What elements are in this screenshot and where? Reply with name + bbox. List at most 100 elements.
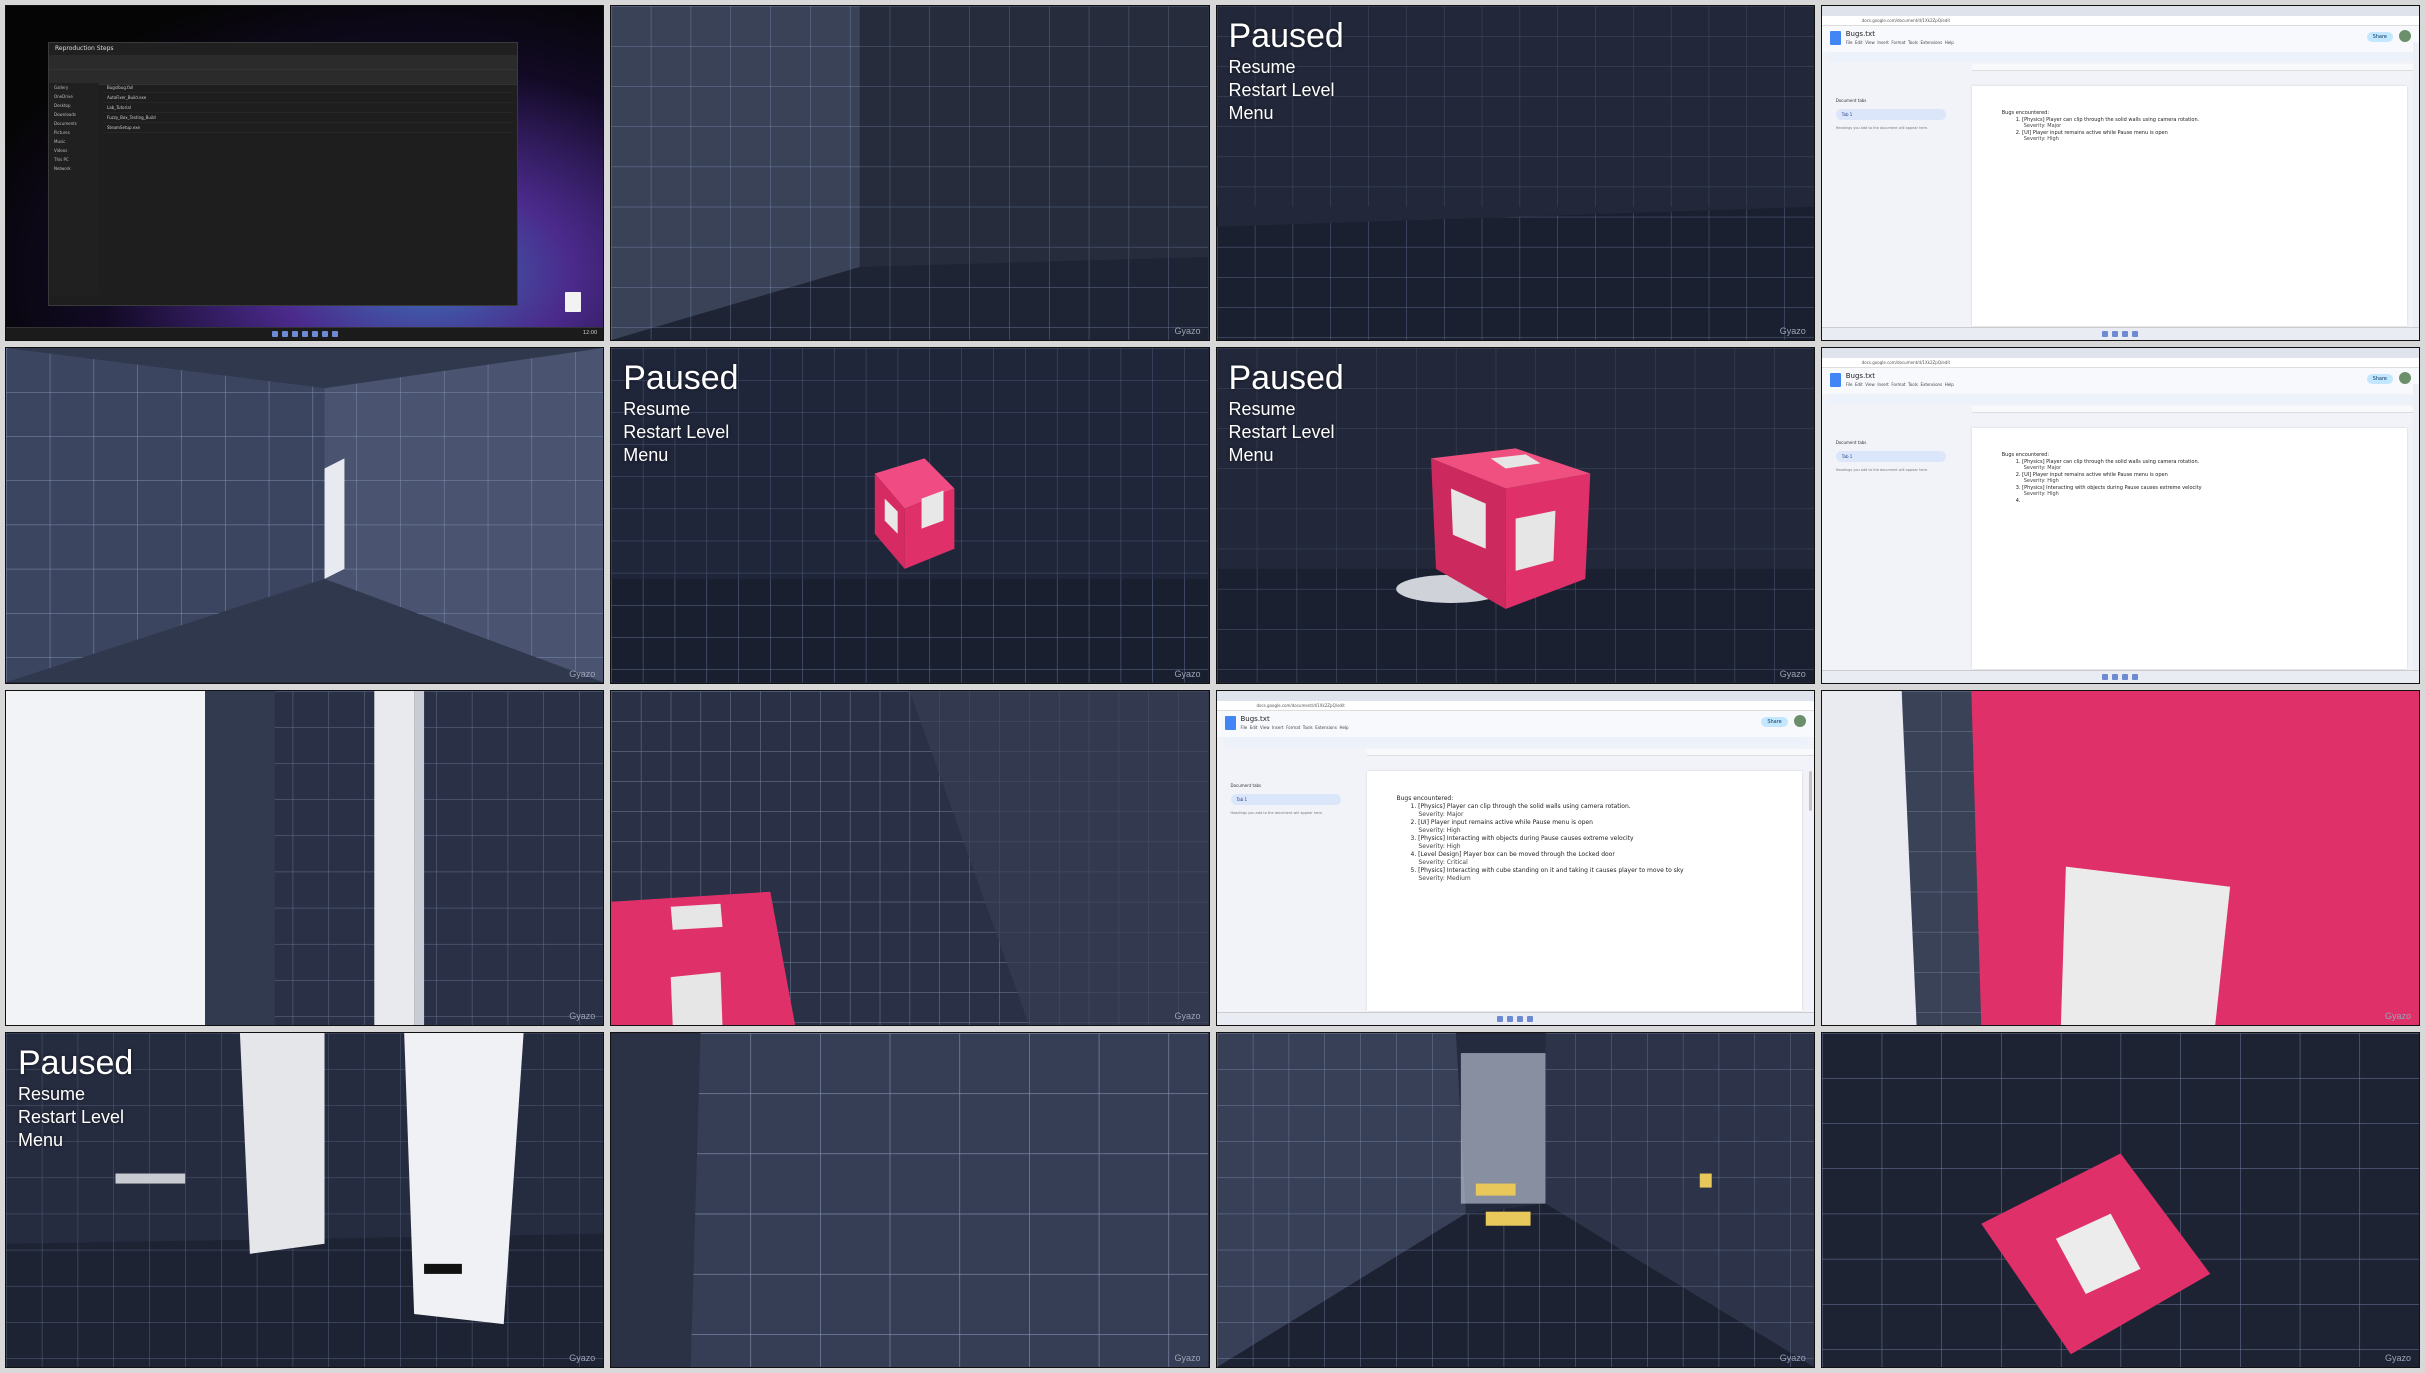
app-icon[interactable] [2132, 331, 2139, 338]
restart-level-button[interactable]: Restart Level [1229, 79, 1344, 102]
menu-tools[interactable]: Tools [1908, 40, 1918, 45]
sidebar-item[interactable]: Desktop [49, 101, 99, 110]
format-toolbar[interactable] [1222, 736, 1808, 747]
share-button[interactable]: Share [1761, 716, 1788, 727]
sidebar-item[interactable]: Pictures [49, 128, 99, 137]
browser-tabstrip[interactable] [1821, 6, 2419, 16]
share-button[interactable]: Share [2366, 374, 2393, 385]
search-icon[interactable] [281, 331, 288, 338]
menu-help[interactable]: Help [1945, 40, 1954, 45]
start-icon[interactable] [1497, 1015, 1504, 1022]
outline-tab[interactable]: Tab 1 [1835, 109, 1946, 120]
start-icon[interactable] [2102, 673, 2109, 680]
format-toolbar[interactable] [1827, 52, 2413, 62]
start-icon[interactable] [271, 331, 278, 338]
share-button[interactable]: Share [2366, 32, 2393, 42]
menu-format[interactable]: Format [1891, 40, 1905, 45]
desktop-file-icon[interactable] [565, 292, 582, 313]
menu-help[interactable]: Help [1945, 382, 1954, 387]
browser-icon[interactable] [2122, 331, 2129, 338]
doc-page[interactable]: Bugs encountered: 1. [Physics] Player ca… [1971, 86, 2407, 327]
browser-icon[interactable] [2122, 673, 2129, 680]
pink-cube[interactable] [1971, 690, 2419, 1025]
avatar[interactable] [2399, 30, 2411, 42]
avatar[interactable] [2399, 372, 2411, 385]
menu-button[interactable]: Menu [1229, 444, 1344, 467]
address-bar[interactable]: docs.google.com/document/d/1Xk2ZpQ/edit [1821, 358, 2419, 369]
file-explorer-window[interactable]: Reproduction Steps Gallery OneDrive Desk… [48, 42, 518, 306]
app-icon[interactable] [321, 331, 328, 338]
sidebar-item[interactable]: This PC [49, 155, 99, 164]
sidebar-item[interactable]: Downloads [49, 110, 99, 119]
doc-title[interactable]: Bugs.txt [1241, 715, 1270, 723]
menu-extensions[interactable]: Extensions [1920, 382, 1942, 387]
resume-button[interactable]: Resume [1229, 56, 1344, 79]
doc-title[interactable]: Bugs.txt [1846, 30, 1875, 38]
format-toolbar[interactable] [1827, 394, 2413, 405]
app-icon[interactable] [1527, 1015, 1534, 1022]
doc-page[interactable]: Bugs encountered: 1. [Physics] Player ca… [1971, 428, 2407, 669]
file-row[interactable]: Fuzzy_Box_Testing_Build [103, 113, 513, 123]
explorer-toolbar[interactable] [49, 55, 517, 70]
outline-tab[interactable]: Tab 1 [1835, 451, 1946, 463]
browser-tabstrip[interactable] [1216, 690, 1814, 701]
menu-file[interactable]: File [1846, 40, 1853, 45]
menu-edit[interactable]: Edit [1250, 725, 1258, 730]
doc-page[interactable]: Bugs encountered: 1. [Physics] Player ca… [1366, 770, 1802, 1011]
browser-icon[interactable] [1517, 1015, 1524, 1022]
app-icon[interactable] [2132, 673, 2139, 680]
avatar[interactable] [1793, 714, 1806, 727]
outline-tab[interactable]: Tab 1 [1230, 793, 1341, 805]
menu-view[interactable]: View [1865, 40, 1875, 45]
sidebar-item[interactable]: OneDrive [49, 92, 99, 101]
app-icon[interactable] [311, 331, 318, 338]
pink-cube[interactable] [611, 891, 796, 1025]
sidebar-item[interactable]: Documents [49, 119, 99, 128]
file-row[interactable]: Bugs/bug.fail [103, 83, 513, 93]
menu-edit[interactable]: Edit [1855, 382, 1863, 387]
scrollbar[interactable] [1808, 770, 1812, 811]
menu-file[interactable]: File [1846, 382, 1853, 387]
menu-button[interactable]: Menu [623, 444, 738, 467]
search-icon[interactable] [2112, 673, 2119, 680]
file-row[interactable]: Lab_Tutorial [103, 103, 513, 113]
docs-logo-icon[interactable] [1829, 373, 1841, 388]
resume-button[interactable]: Resume [623, 398, 738, 421]
app-icon[interactable] [331, 331, 338, 338]
menu-button[interactable]: Menu [1229, 102, 1344, 125]
bug-item-empty[interactable]: 4. [2016, 498, 2387, 505]
explorer-icon[interactable] [291, 331, 298, 338]
menu-button[interactable]: Menu [18, 1129, 133, 1152]
menu-format[interactable]: Format [1891, 382, 1905, 387]
menu-tools[interactable]: Tools [1303, 725, 1313, 730]
sidebar-item[interactable]: Gallery [49, 83, 99, 92]
menu-format[interactable]: Format [1286, 725, 1300, 730]
doc-title[interactable]: Bugs.txt [1846, 372, 1875, 380]
menu-view[interactable]: View [1260, 725, 1270, 730]
docs-logo-icon[interactable] [1829, 31, 1841, 45]
menu-help[interactable]: Help [1339, 725, 1348, 730]
menu-insert[interactable]: Insert [1877, 382, 1888, 387]
menu-tools[interactable]: Tools [1908, 382, 1918, 387]
restart-level-button[interactable]: Restart Level [18, 1106, 133, 1129]
address-bar[interactable]: docs.google.com/document/d/1Xk2ZpQ/edit [1821, 16, 2419, 26]
sidebar-item[interactable]: Network [49, 164, 99, 173]
menu-edit[interactable]: Edit [1855, 40, 1863, 45]
menu-view[interactable]: View [1865, 382, 1875, 387]
start-icon[interactable] [2102, 331, 2109, 338]
menu-extensions[interactable]: Extensions [1315, 725, 1337, 730]
restart-level-button[interactable]: Restart Level [1229, 421, 1344, 444]
menu-file[interactable]: File [1241, 725, 1248, 730]
docs-logo-icon[interactable] [1224, 715, 1236, 730]
browser-tabstrip[interactable] [1821, 348, 2419, 359]
address-bar[interactable]: docs.google.com/document/d/1Xk2ZpQ/edit [1216, 700, 1814, 711]
menu-insert[interactable]: Insert [1272, 725, 1283, 730]
sidebar-item[interactable]: Music [49, 137, 99, 146]
resume-button[interactable]: Resume [1229, 398, 1344, 421]
file-row[interactable]: SteamSetup.exe [103, 123, 513, 133]
menu-extensions[interactable]: Extensions [1920, 40, 1942, 45]
file-row[interactable]: AutoFixer_Build.exe [103, 93, 513, 103]
sidebar-item[interactable]: Videos [49, 146, 99, 155]
search-icon[interactable] [2112, 331, 2119, 338]
restart-level-button[interactable]: Restart Level [623, 421, 738, 444]
